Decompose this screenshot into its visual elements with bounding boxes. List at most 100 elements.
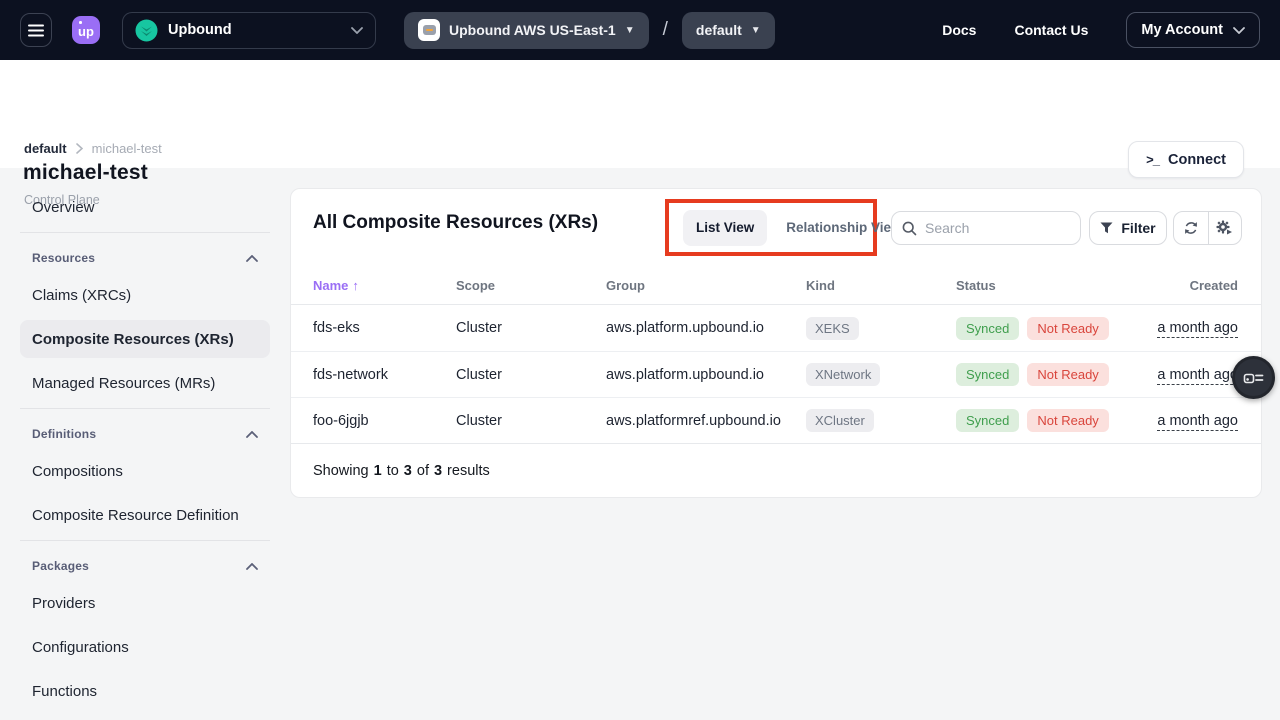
chevron-right-icon: [76, 143, 83, 154]
sidebar-item-managed-resources[interactable]: Managed Resources (MRs): [20, 364, 270, 402]
annotation-highlight-box: List View Relationship View: [665, 199, 877, 256]
menu-button[interactable]: [20, 13, 52, 47]
cell-scope: Cluster: [456, 413, 606, 429]
kind-badge: XCluster: [806, 409, 874, 432]
cell-kind: XNetwork: [806, 363, 956, 386]
auto-run-settings-button[interactable]: [1208, 212, 1242, 244]
top-navigation-bar: up Upbound Upbound AWS US-East-1 ▼ / def…: [0, 0, 1280, 60]
summary-text: to: [387, 463, 399, 479]
synced-badge: Synced: [956, 409, 1019, 432]
my-account-label: My Account: [1141, 22, 1223, 38]
divider: [20, 232, 270, 233]
cell-name[interactable]: fds-eks: [313, 320, 456, 336]
path-separator: /: [663, 19, 668, 41]
cell-name[interactable]: foo-6jgjb: [313, 413, 456, 429]
summary-from: 1: [374, 463, 382, 479]
logo-text: up: [78, 24, 94, 39]
cell-status: Synced Not Ready: [956, 363, 1156, 386]
column-header-name[interactable]: Name ↑: [313, 278, 456, 293]
refresh-button[interactable]: [1174, 212, 1208, 244]
filter-label: Filter: [1121, 220, 1155, 236]
cell-group: aws.platform.upbound.io: [606, 320, 806, 336]
summary-text: results: [447, 463, 490, 479]
contact-us-link[interactable]: Contact Us: [1014, 22, 1088, 38]
caret-down-icon: ▼: [751, 25, 761, 36]
kind-badge: XEKS: [806, 317, 859, 340]
sidebar-section-resources[interactable]: Resources: [20, 243, 270, 273]
created-tooltip-link[interactable]: a month ago: [1157, 367, 1238, 385]
summary-text: of: [417, 463, 429, 479]
sidebar-item-configurations[interactable]: Configurations: [20, 628, 270, 666]
chevron-up-icon: [246, 255, 258, 262]
docs-link[interactable]: Docs: [942, 22, 976, 38]
connect-button[interactable]: >_ Connect: [1128, 141, 1244, 178]
chevron-up-icon: [246, 431, 258, 438]
sidebar-item-overview[interactable]: Overview: [20, 188, 270, 226]
sidebar-item-claims[interactable]: Claims (XRCs): [20, 276, 270, 314]
sidebar-item-composite-resources[interactable]: Composite Resources (XRs): [20, 320, 270, 358]
synced-badge: Synced: [956, 317, 1019, 340]
floating-widget-button[interactable]: [1232, 356, 1275, 399]
chevron-down-icon: [1233, 27, 1245, 34]
section-label: Resources: [32, 251, 95, 265]
table-row[interactable]: fds-network Cluster aws.platform.upbound…: [291, 351, 1261, 397]
upbound-logo[interactable]: up: [72, 16, 100, 44]
sort-ascending-icon: ↑: [352, 278, 359, 293]
composite-resources-panel: All Composite Resources (XRs) List View …: [290, 188, 1262, 498]
sidebar-item-composite-resource-definition[interactable]: Composite Resource Definition: [20, 496, 270, 534]
filter-button[interactable]: Filter: [1089, 211, 1167, 245]
sidebar-item-compositions[interactable]: Compositions: [20, 452, 270, 490]
refresh-icon: [1183, 220, 1199, 236]
search-box: [891, 211, 1081, 245]
logo-dot: [79, 21, 82, 24]
org-avatar-icon: [135, 19, 158, 42]
page-header: default michael-test michael-test Contro…: [0, 60, 1280, 168]
cell-created: a month ago: [1156, 320, 1238, 336]
org-selector[interactable]: Upbound: [122, 12, 376, 49]
breadcrumb-parent[interactable]: default: [24, 141, 67, 156]
divider: [20, 408, 270, 409]
not-ready-badge: Not Ready: [1027, 409, 1108, 432]
search-input[interactable]: [925, 220, 1070, 236]
control-plane-icon: [418, 19, 440, 41]
sidebar-item-functions[interactable]: Functions: [20, 672, 270, 710]
cell-created: a month ago: [1156, 413, 1238, 429]
column-header-scope[interactable]: Scope: [456, 278, 606, 293]
column-header-created[interactable]: Created: [1156, 278, 1238, 293]
cell-group: aws.platform.upbound.io: [606, 367, 806, 383]
sidebar-section-packages[interactable]: Packages: [20, 551, 270, 581]
table-actions: [1173, 211, 1242, 245]
control-plane-label: Upbound AWS US-East-1: [449, 22, 616, 38]
summary-text: Showing: [313, 463, 369, 479]
cell-name[interactable]: fds-network: [313, 367, 456, 383]
hamburger-icon: [28, 24, 44, 37]
table-row[interactable]: foo-6jgjb Cluster aws.platformref.upboun…: [291, 397, 1261, 443]
created-tooltip-link[interactable]: a month ago: [1157, 320, 1238, 338]
cell-status: Synced Not Ready: [956, 409, 1156, 432]
created-tooltip-link[interactable]: a month ago: [1157, 413, 1238, 431]
divider: [20, 540, 270, 541]
table-row[interactable]: fds-eks Cluster aws.platform.upbound.io …: [291, 305, 1261, 351]
column-header-group[interactable]: Group: [606, 278, 806, 293]
column-header-kind[interactable]: Kind: [806, 278, 956, 293]
namespace-selector[interactable]: default ▼: [682, 12, 775, 49]
relationship-view-toggle[interactable]: Relationship View: [786, 220, 901, 235]
search-icon: [902, 221, 917, 236]
sidebar-item-providers[interactable]: Providers: [20, 584, 270, 622]
cell-scope: Cluster: [456, 367, 606, 383]
nav-right-links: Docs Contact Us My Account: [942, 12, 1260, 48]
control-plane-selector[interactable]: Upbound AWS US-East-1 ▼: [404, 12, 649, 49]
list-view-toggle[interactable]: List View: [683, 210, 767, 246]
not-ready-badge: Not Ready: [1027, 317, 1108, 340]
results-summary: Showing 1 to 3 of 3 results: [291, 443, 1261, 498]
kind-badge: XNetwork: [806, 363, 880, 386]
summary-total: 3: [434, 463, 442, 479]
my-account-button[interactable]: My Account: [1126, 12, 1260, 48]
cell-kind: XEKS: [806, 317, 956, 340]
sidebar-section-definitions[interactable]: Definitions: [20, 419, 270, 449]
column-label: Name: [313, 278, 348, 293]
org-selector-label: Upbound: [168, 22, 341, 38]
breadcrumb: default michael-test: [24, 141, 162, 156]
column-header-status[interactable]: Status: [956, 278, 1156, 293]
namespace-label: default: [696, 22, 742, 38]
